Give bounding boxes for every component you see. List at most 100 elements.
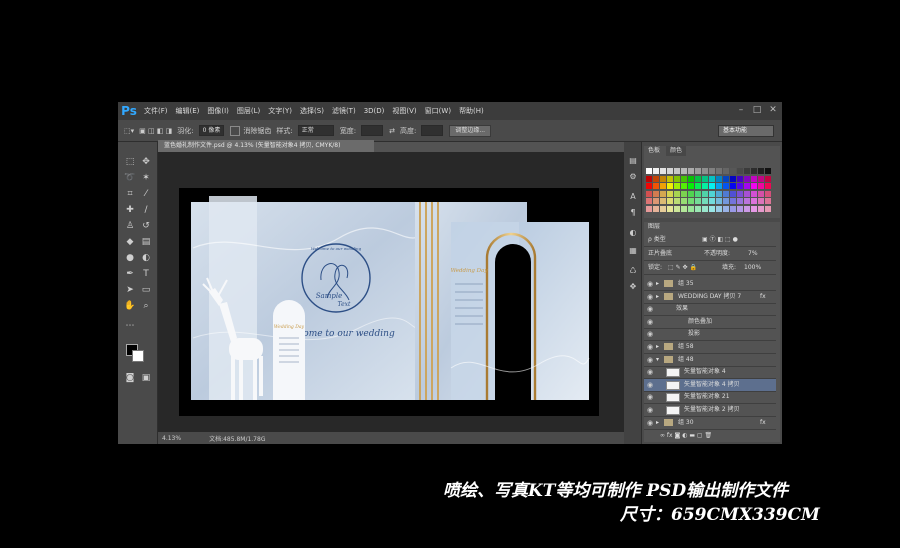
color-swatch[interactable] (744, 190, 750, 197)
color-swatch[interactable] (730, 190, 736, 197)
color-swatch[interactable] (751, 190, 757, 197)
color-swatch[interactable] (646, 183, 652, 189)
color-swatch[interactable] (702, 175, 708, 182)
menu-select[interactable]: 选择(S) (296, 102, 328, 120)
fx-badge[interactable]: fx (760, 417, 766, 429)
canvas-area[interactable]: Welcome to our wedding Sample Text ome t… (158, 152, 624, 432)
fx-badge[interactable]: fx (760, 291, 766, 303)
color-swatch[interactable] (758, 198, 764, 204)
color-swatch[interactable] (667, 168, 673, 174)
tab-swatches[interactable]: 色板 (644, 146, 665, 156)
color-swatch[interactable] (688, 198, 694, 204)
filter-icons[interactable]: ▣ Ⓣ ◧ ⬚ ● (702, 234, 738, 246)
visibility-eye-icon[interactable]: ◉ (646, 328, 654, 340)
lock-icons[interactable]: ⬚ ✎ ✥ 🔒 (668, 262, 697, 274)
shape-icon[interactable]: ▭ (140, 284, 152, 296)
color-swatch[interactable] (709, 205, 715, 212)
brush-icon[interactable]: / (140, 204, 152, 216)
color-swatch[interactable] (667, 175, 673, 182)
visibility-eye-icon[interactable]: ◉ (646, 417, 654, 429)
color-swatch[interactable] (667, 190, 673, 197)
color-swatch[interactable] (702, 205, 708, 212)
color-swatch[interactable] (674, 183, 680, 189)
expand-triangle-icon[interactable]: ▸ (656, 417, 659, 429)
color-swatch[interactable] (730, 183, 736, 189)
color-swatch[interactable] (751, 183, 757, 189)
menu-window[interactable]: 窗口(W) (421, 102, 455, 120)
visibility-eye-icon[interactable]: ◉ (646, 303, 654, 315)
document-tab[interactable]: 蓝色婚礼制作文件.psd @ 4.13% (矢量智能对象4 拷贝, CMYK/8… (158, 140, 374, 152)
color-swatch[interactable] (716, 198, 722, 204)
color-swatch[interactable] (737, 168, 743, 174)
visibility-eye-icon[interactable]: ◉ (646, 291, 654, 303)
color-swatch[interactable] (667, 183, 673, 189)
properties-icon[interactable]: ⚙ (628, 172, 638, 182)
color-swatch[interactable] (744, 205, 750, 212)
move-icon[interactable]: ✥ (140, 156, 152, 168)
color-swatch[interactable] (674, 175, 680, 182)
layer-action-icons[interactable]: ∞ fx ◙ ◐ ▬ ▢ 🗑 (660, 430, 712, 442)
color-swatch[interactable] (744, 175, 750, 182)
color-swatch[interactable] (716, 190, 722, 197)
color-swatch[interactable] (723, 175, 729, 182)
color-swatch[interactable] (674, 190, 680, 197)
menu-view[interactable]: 视图(V) (388, 102, 420, 120)
opacity-input[interactable]: 7% (748, 248, 758, 260)
color-swatch[interactable] (758, 183, 764, 189)
layer-row[interactable]: ◉ ▸ 组 35 (644, 278, 776, 291)
color-swatch[interactable] (646, 198, 652, 204)
expand-triangle-icon[interactable]: ▸ (656, 278, 659, 290)
refine-edge-button[interactable]: 调整边缘... (449, 124, 492, 137)
adjustments-icon[interactable]: ◐ (628, 228, 638, 238)
color-swatch[interactable] (674, 198, 680, 204)
hand-icon[interactable]: ✋ (124, 300, 136, 312)
filter-kind-select[interactable]: ρ 类型 (648, 234, 666, 246)
color-swatch[interactable] (653, 190, 659, 197)
color-swatch[interactable] (765, 198, 771, 204)
menu-type[interactable]: 文字(Y) (264, 102, 296, 120)
tab-color[interactable]: 颜色 (666, 146, 687, 156)
marquee-preset-icon[interactable]: ⬚▾ (124, 127, 134, 135)
tab-layers[interactable]: 图层 (644, 222, 665, 232)
color-swatch[interactable] (709, 168, 715, 174)
color-swatch[interactable] (730, 175, 736, 182)
visibility-eye-icon[interactable]: ◉ (646, 278, 654, 290)
expand-triangle-icon[interactable]: ▾ (656, 354, 659, 366)
feather-input[interactable]: 0 像素 (198, 125, 225, 136)
color-swatch[interactable] (723, 190, 729, 197)
color-swatch[interactable] (681, 183, 687, 189)
color-swatch[interactable] (709, 190, 715, 197)
color-swatch[interactable] (660, 168, 666, 174)
color-swatch[interactable] (758, 168, 764, 174)
color-swatch[interactable] (765, 168, 771, 174)
color-swatch[interactable] (744, 198, 750, 204)
history-icon[interactable]: ▤ (628, 156, 638, 166)
color-swatch[interactable] (765, 175, 771, 182)
quick-mask-icon[interactable]: ◙ (124, 372, 136, 384)
height-input[interactable] (421, 125, 444, 136)
visibility-eye-icon[interactable]: ◉ (646, 379, 654, 391)
menu-edit[interactable]: 编辑(E) (172, 102, 204, 120)
visibility-eye-icon[interactable]: ◉ (646, 366, 654, 378)
color-swatch[interactable] (737, 190, 743, 197)
color-swatch[interactable] (737, 198, 743, 204)
stamp-icon[interactable]: ♙ (124, 220, 136, 232)
layer-row[interactable]: ◉ 矢量智能对象 4 (644, 366, 776, 380)
layer-row[interactable]: ◉ 矢量智能对象 2 拷贝 (644, 404, 776, 417)
layer-row[interactable]: ◉ ▸ 组 30 fx (644, 417, 776, 430)
color-swatch[interactable] (751, 168, 757, 174)
eraser-icon[interactable]: ◆ (124, 236, 136, 248)
color-swatch[interactable] (758, 205, 764, 212)
color-swatch[interactable] (646, 190, 652, 197)
paragraph-icon[interactable]: ¶ (628, 208, 638, 218)
color-swatch[interactable] (653, 205, 659, 212)
more-tools-icon[interactable]: ⋯ (124, 320, 136, 332)
paths-icon[interactable]: ✥ (628, 282, 638, 292)
dodge-icon[interactable]: ◐ (140, 252, 152, 264)
color-swatch[interactable] (688, 175, 694, 182)
color-swatch[interactable] (716, 175, 722, 182)
color-swatch[interactable] (681, 175, 687, 182)
color-swatch[interactable] (716, 168, 722, 174)
color-swatch[interactable] (723, 168, 729, 174)
maximize-icon[interactable]: □ (752, 105, 762, 115)
